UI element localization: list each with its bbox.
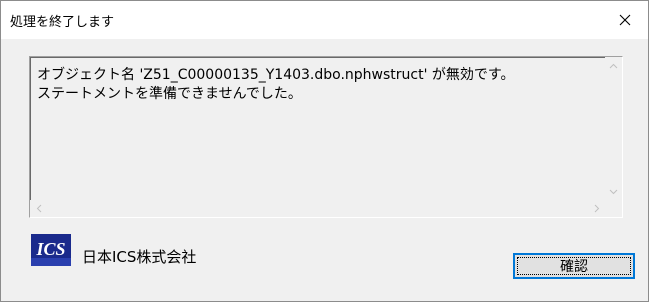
message-textbox[interactable]: オブジェクト名 'Z51_C00000135_Y1403.dbo.nphwstr… [29, 56, 623, 218]
dialog-window: 処理を終了します オブジェクト名 'Z51_C00000135_Y1403.db… [0, 0, 649, 302]
ics-logo-icon: ICS [31, 234, 71, 266]
message-line-1: オブジェクト名 'Z51_C00000135_Y1403.dbo.nphwstr… [37, 67, 515, 83]
chevron-right-icon [594, 204, 599, 213]
close-button[interactable] [602, 1, 648, 39]
scroll-right-button[interactable] [588, 200, 605, 217]
focus-ring [517, 257, 631, 275]
scroll-left-button[interactable] [30, 200, 47, 217]
chevron-down-icon [609, 189, 618, 194]
horizontal-scrollbar[interactable] [30, 200, 605, 217]
scroll-down-button[interactable] [605, 183, 622, 200]
ics-logo: ICS [31, 234, 71, 266]
company-name: 日本ICS株式会社 [82, 248, 197, 266]
confirm-button[interactable]: 確認 [513, 253, 635, 279]
window-title: 処理を終了します [10, 15, 115, 30]
message-line-2: ステートメントを準備できませんでした。 [37, 86, 302, 102]
message-text: オブジェクト名 'Z51_C00000135_Y1403.dbo.nphwstr… [37, 66, 597, 104]
title-bar: 処理を終了します [1, 1, 648, 39]
vertical-scrollbar[interactable] [605, 57, 622, 200]
scroll-corner [605, 200, 622, 217]
svg-text:ICS: ICS [35, 239, 65, 259]
close-icon [619, 14, 631, 26]
chevron-left-icon [36, 204, 41, 213]
chevron-up-icon [609, 63, 618, 68]
scroll-up-button[interactable] [605, 57, 622, 74]
